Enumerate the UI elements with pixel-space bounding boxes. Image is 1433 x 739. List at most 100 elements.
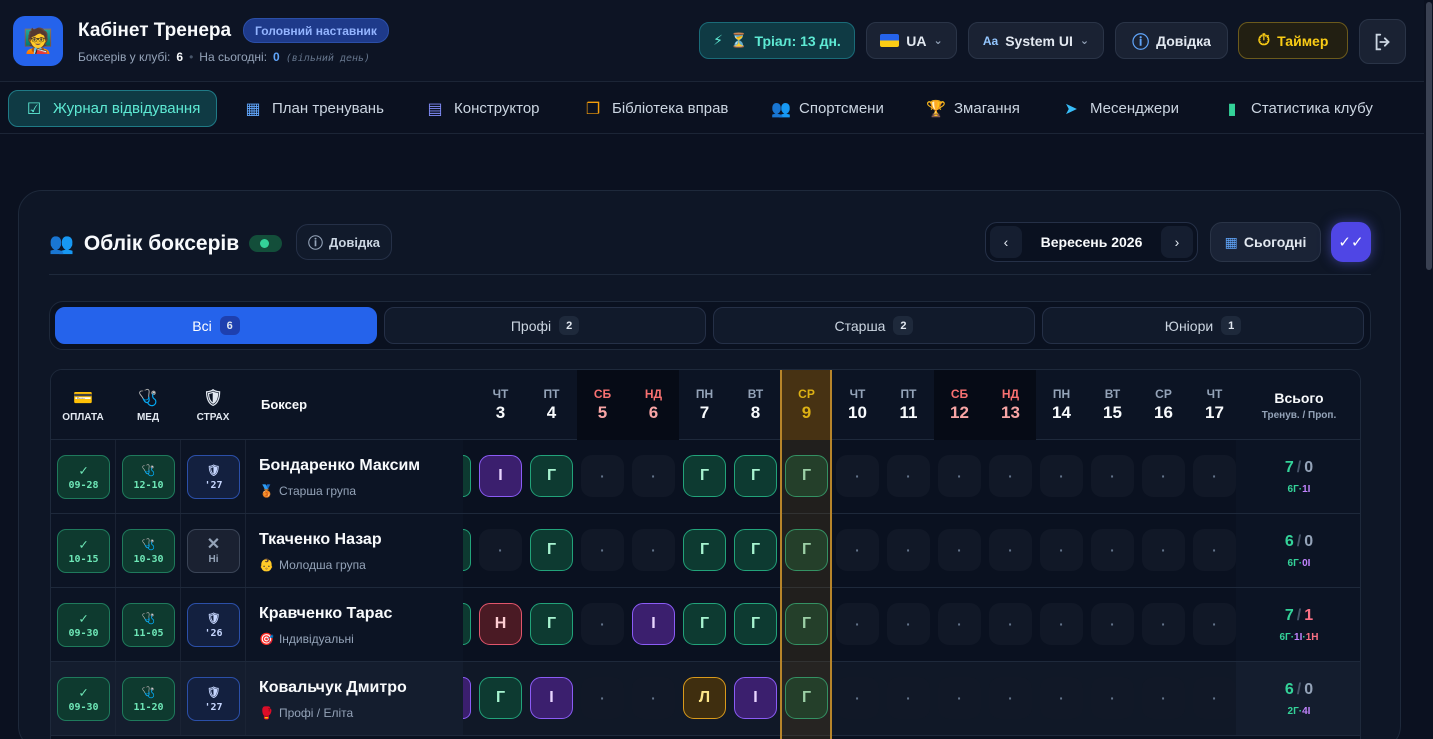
logout-button[interactable] <box>1359 19 1406 64</box>
day-header[interactable]: СБ 12 <box>934 370 985 440</box>
mark-all-button[interactable]: ✓✓ <box>1331 222 1371 262</box>
attendance-cell[interactable]: Г <box>479 677 522 719</box>
attendance-cell[interactable]: · <box>479 529 522 571</box>
attendance-cell[interactable]: І <box>479 455 522 497</box>
attendance-cell[interactable]: Г <box>785 603 828 645</box>
attendance-cell[interactable]: · <box>938 455 981 497</box>
day-header[interactable]: НД 6 <box>628 370 679 440</box>
attendance-cell[interactable]: · <box>581 603 624 645</box>
medical-status[interactable]: 🩺 12-10 <box>122 455 175 499</box>
timer-button[interactable]: ⏱ Таймер <box>1238 22 1348 59</box>
attendance-cell-prev[interactable] <box>463 529 471 571</box>
attendance-cell[interactable]: Г <box>530 455 573 497</box>
table-row[interactable]: ✓ 10-15 🩺 10-30 ✕ Ні Ткаченко Назар 👶 Молодша гр… <box>51 514 1360 588</box>
boxer-name[interactable]: Ковальчук Дмитро <box>259 679 407 697</box>
insurance-status[interactable]: 🛡 '26 <box>187 603 240 647</box>
attendance-cell[interactable]: Н <box>479 603 522 645</box>
day-header[interactable]: ВТ 8 <box>730 370 781 440</box>
attendance-cell[interactable]: Г <box>530 529 573 571</box>
attendance-cell[interactable]: · <box>1040 529 1083 571</box>
day-header[interactable]: ПН 14 <box>1036 370 1087 440</box>
table-row[interactable]: ✓ 09-28 🩺 12-10 🛡 '27 Бондаренко Максим 🥉 Старша… <box>51 440 1360 514</box>
boxer-name[interactable]: Бондаренко Максим <box>259 457 420 475</box>
attendance-cell[interactable]: · <box>1091 529 1134 571</box>
attendance-cell[interactable]: · <box>836 529 879 571</box>
medical-status[interactable]: 🩺 10-30 <box>122 529 175 573</box>
attendance-cell[interactable]: · <box>632 455 675 497</box>
attendance-cell[interactable]: Г <box>683 529 726 571</box>
attendance-cell[interactable]: · <box>989 529 1032 571</box>
attendance-cell[interactable]: І <box>734 677 777 719</box>
nav-competitions[interactable]: 🏆 Змагання <box>926 90 1020 127</box>
attendance-cell[interactable]: Г <box>785 529 828 571</box>
attendance-cell[interactable]: · <box>836 677 879 719</box>
medical-status[interactable]: 🩺 11-20 <box>122 677 175 721</box>
attendance-cell[interactable]: · <box>989 603 1032 645</box>
attendance-cell[interactable]: · <box>1193 603 1236 645</box>
day-header[interactable]: СР 9 <box>781 370 832 440</box>
attendance-cell-prev[interactable] <box>463 455 471 497</box>
attendance-cell[interactable]: · <box>1193 529 1236 571</box>
day-header[interactable]: ЧТ 10 <box>832 370 883 440</box>
attendance-cell[interactable]: · <box>1193 677 1236 719</box>
attendance-cell[interactable]: · <box>836 603 879 645</box>
attendance-cell[interactable]: · <box>1040 677 1083 719</box>
attendance-cell[interactable]: · <box>581 455 624 497</box>
payment-status[interactable]: ✓ 09-28 <box>57 455 110 499</box>
day-header[interactable]: ПТ 4 <box>526 370 577 440</box>
attendance-cell[interactable]: · <box>1091 677 1134 719</box>
attendance-cell[interactable]: · <box>887 455 930 497</box>
payment-status[interactable]: ✓ 09-30 <box>57 603 110 647</box>
attendance-cell[interactable]: · <box>1142 677 1185 719</box>
nav-training-plan[interactable]: ▦ План тренувань <box>244 90 383 127</box>
attendance-cell[interactable]: · <box>887 603 930 645</box>
attendance-cell-prev[interactable] <box>463 603 471 645</box>
attendance-cell[interactable]: · <box>632 529 675 571</box>
filter-tab-pro[interactable]: Профі 2 <box>384 307 706 344</box>
filter-tab-juniors[interactable]: Юніори 1 <box>1042 307 1364 344</box>
attendance-cell[interactable]: · <box>887 677 930 719</box>
attendance-cell[interactable]: · <box>1193 455 1236 497</box>
attendance-cell[interactable]: Л <box>683 677 726 719</box>
attendance-cell[interactable]: · <box>938 529 981 571</box>
font-select[interactable]: Aa System UI ⌄ <box>968 22 1104 59</box>
insurance-status[interactable]: 🛡 '27 <box>187 455 240 499</box>
payment-status[interactable]: ✓ 09-30 <box>57 677 110 721</box>
day-header[interactable]: СР 16 <box>1138 370 1189 440</box>
attendance-cell[interactable]: · <box>1040 603 1083 645</box>
nav-attendance[interactable]: ☑ Журнал відвідування <box>8 90 218 127</box>
boxer-name[interactable]: Кравченко Тарас <box>259 605 392 623</box>
attendance-cell[interactable]: · <box>1142 603 1185 645</box>
attendance-cell[interactable]: · <box>1040 455 1083 497</box>
sync-toggle[interactable] <box>249 235 283 252</box>
filter-tab-senior[interactable]: Старша 2 <box>713 307 1035 344</box>
attendance-cell[interactable]: · <box>581 677 624 719</box>
day-header[interactable]: ЧТ 17 <box>1189 370 1240 440</box>
table-row[interactable]: ✓ 09-30 🩺 11-20 🛡 '27 Ковальчук Дмитро 🥊 Профі /… <box>51 662 1360 736</box>
nav-messengers[interactable]: ➤ Месенджери <box>1062 90 1179 127</box>
nav-athletes[interactable]: 👥 Спортсмени <box>771 90 884 127</box>
attendance-cell[interactable]: Г <box>785 677 828 719</box>
payment-status[interactable]: ✓ 10-15 <box>57 529 110 573</box>
attendance-cell[interactable]: Г <box>683 603 726 645</box>
page-scrollbar-thumb[interactable] <box>1426 2 1432 270</box>
attendance-cell[interactable]: · <box>1091 603 1134 645</box>
attendance-cell[interactable]: · <box>581 529 624 571</box>
boxer-name[interactable]: Ткаченко Назар <box>259 531 382 549</box>
attendance-cell-prev[interactable] <box>463 677 471 719</box>
day-header[interactable]: СБ 5 <box>577 370 628 440</box>
attendance-cell[interactable]: І <box>530 677 573 719</box>
attendance-cell[interactable]: · <box>1091 455 1134 497</box>
day-header[interactable]: ПТ 11 <box>883 370 934 440</box>
attendance-cell[interactable]: І <box>632 603 675 645</box>
attendance-cell[interactable]: Г <box>530 603 573 645</box>
attendance-cell[interactable]: Г <box>683 455 726 497</box>
table-row[interactable]: ✓ 09-30 🩺 11-05 🛡 '26 Кравченко Тарас 🎯 Індивіду… <box>51 588 1360 662</box>
filter-tab-all[interactable]: Всі 6 <box>55 307 377 344</box>
day-header[interactable]: ВТ 15 <box>1087 370 1138 440</box>
attendance-cell[interactable]: · <box>989 455 1032 497</box>
day-header[interactable]: НД 13 <box>985 370 1036 440</box>
insurance-status[interactable]: 🛡 '27 <box>187 677 240 721</box>
insurance-status[interactable]: ✕ Ні <box>187 529 240 573</box>
attendance-cell[interactable]: · <box>836 455 879 497</box>
